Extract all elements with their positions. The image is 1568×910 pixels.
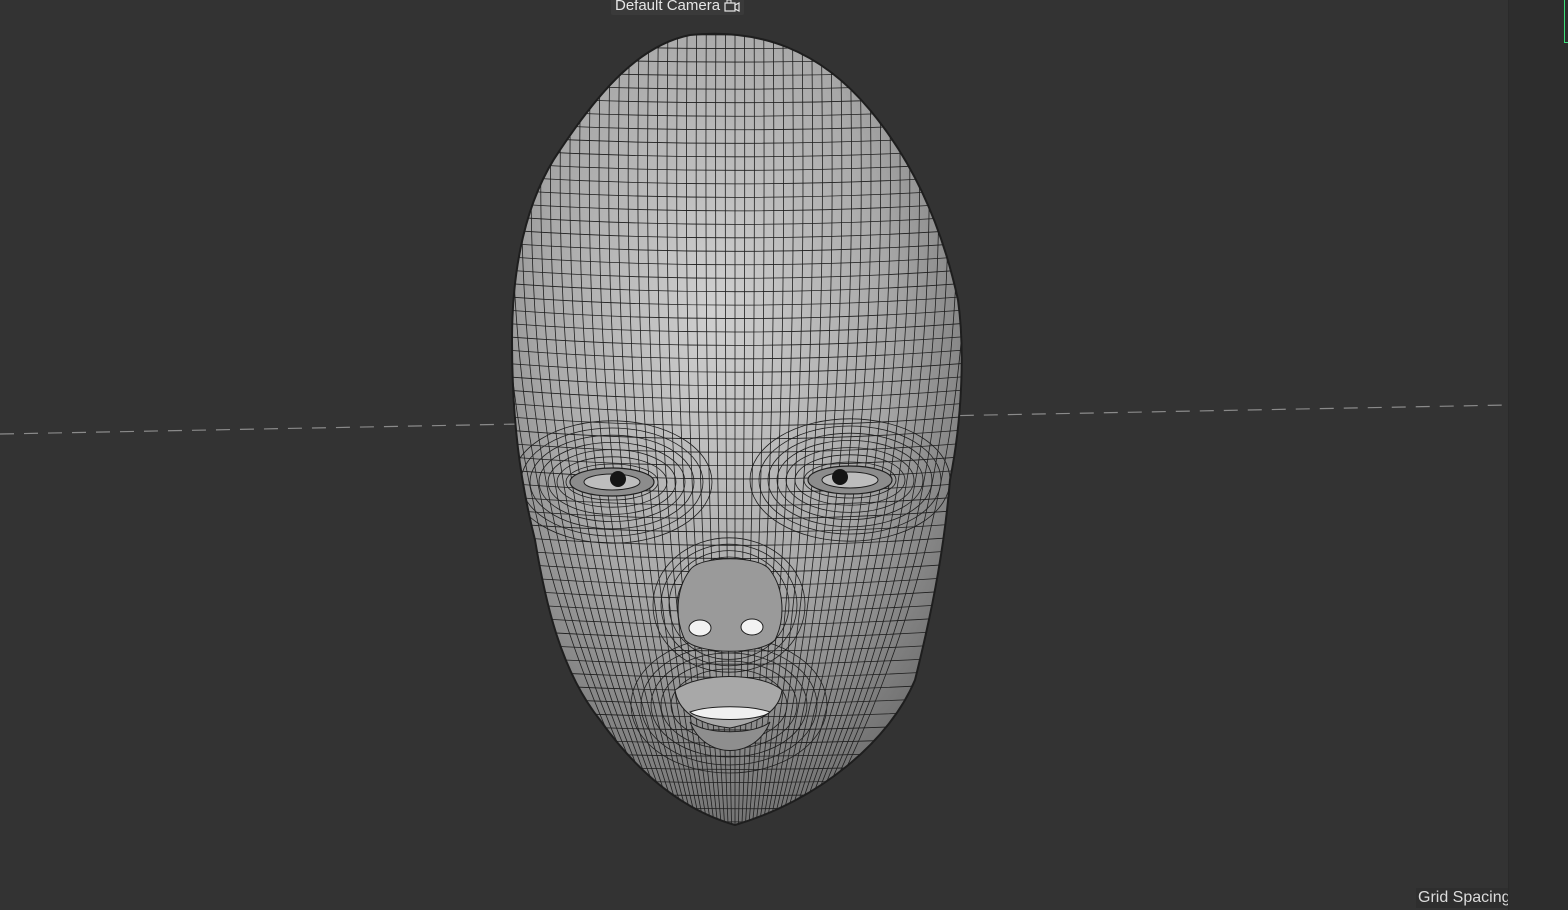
- head-mesh[interactable]: [502, 30, 968, 835]
- mesh-edge: [505, 830, 965, 835]
- nose: [677, 558, 783, 652]
- left-eye: [569, 467, 655, 497]
- right-eye: [807, 465, 893, 495]
- axis-indicator: [1564, 0, 1568, 43]
- right-panel-edge: [1508, 0, 1568, 910]
- 3d-viewport[interactable]: Default Camera Grid Spacing : 500 c: [0, 0, 1508, 910]
- camera-label-text: Default Camera: [615, 0, 721, 14]
- viewport-scene: [0, 30, 1508, 835]
- camera-menu[interactable]: Default Camera: [611, 0, 745, 15]
- grid-spacing-readout: Grid Spacing : 500 c: [1416, 888, 1508, 908]
- camera-icon: [724, 0, 740, 12]
